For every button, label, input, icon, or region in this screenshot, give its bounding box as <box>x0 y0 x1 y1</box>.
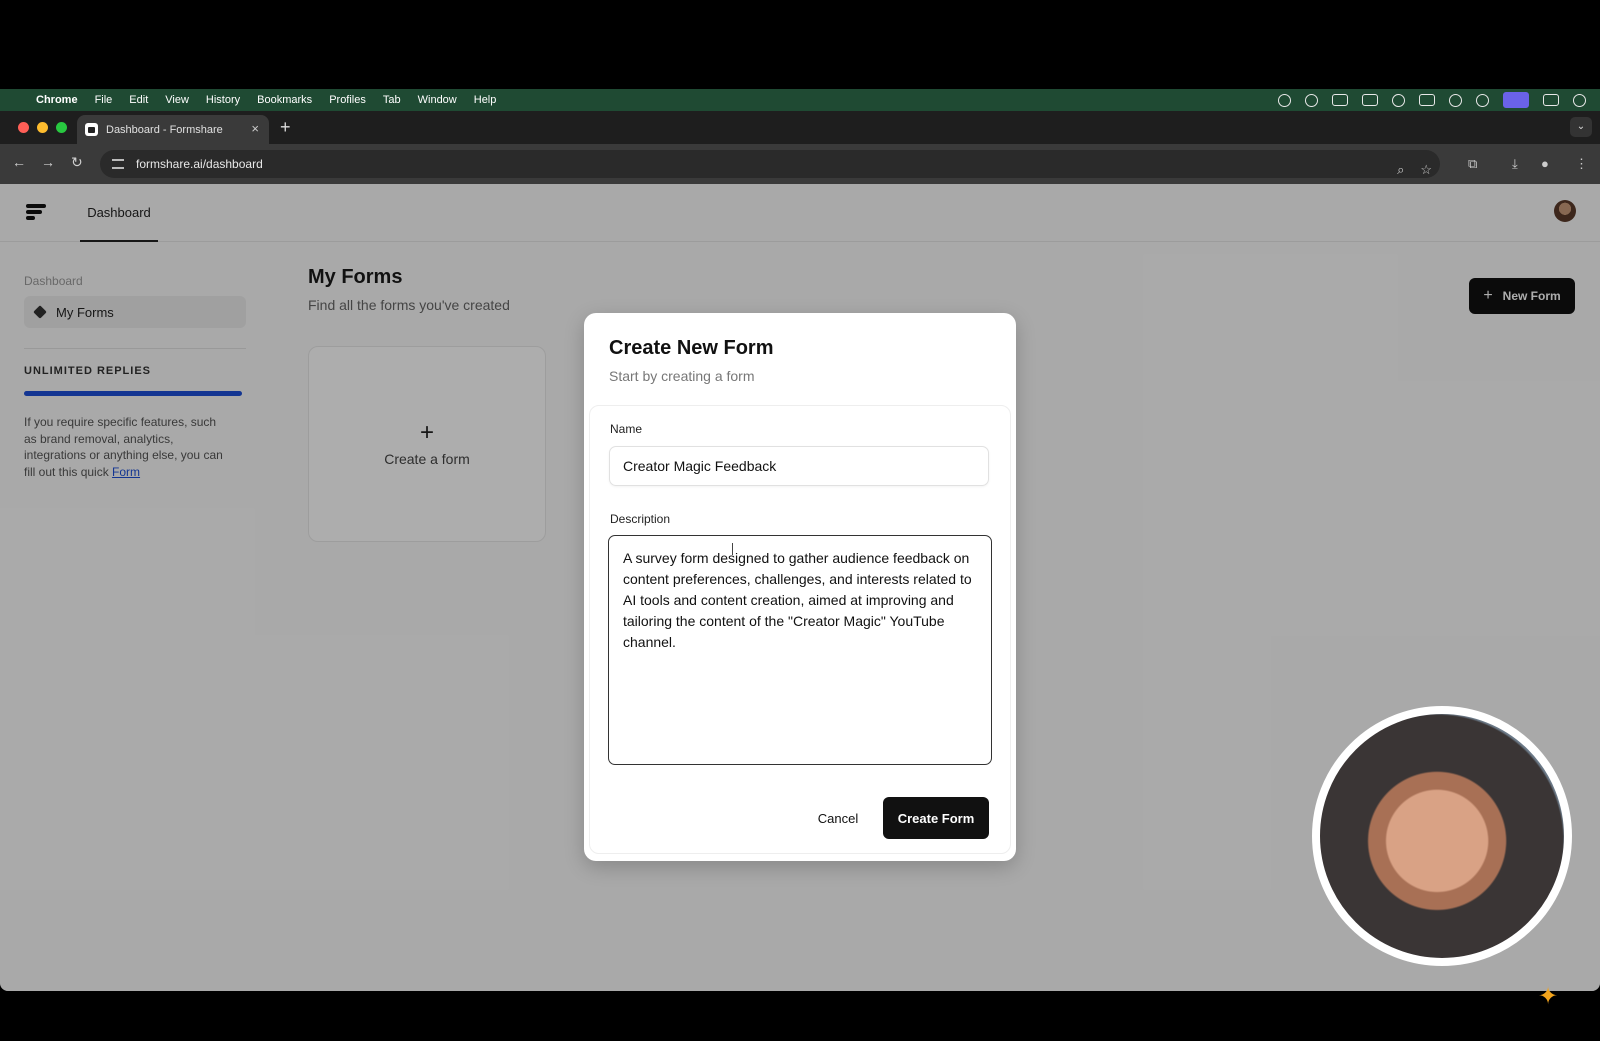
back-icon[interactable]: ← <box>12 154 26 170</box>
webcam-overlay <box>1312 706 1572 966</box>
clock-icon[interactable] <box>1573 93 1586 107</box>
status-icon[interactable] <box>1278 93 1291 107</box>
forward-icon[interactable]: → <box>41 154 55 170</box>
menu-help[interactable]: Help <box>474 94 497 106</box>
reload-icon[interactable]: ↻ <box>71 154 83 171</box>
text-cursor <box>732 543 733 555</box>
menu-edit[interactable]: Edit <box>129 94 148 106</box>
dialog-subtitle: Start by creating a form <box>609 368 755 384</box>
download-icon[interactable]: ⤓ <box>1512 156 1518 172</box>
zoom-icon[interactable]: ⌕ <box>1397 162 1404 178</box>
status-icon[interactable] <box>1362 94 1378 106</box>
profile-icon[interactable]: ● <box>1541 156 1549 171</box>
menu-tab[interactable]: Tab <box>383 94 401 106</box>
tab-title: Dashboard - Formshare <box>106 123 223 136</box>
name-field[interactable]: Creator Magic Feedback <box>609 446 989 486</box>
search-icon[interactable] <box>1476 93 1489 107</box>
wifi-icon[interactable] <box>1449 93 1462 107</box>
status-icon[interactable] <box>1332 94 1348 106</box>
menu-window[interactable]: Window <box>418 94 457 106</box>
site-info-icon[interactable] <box>112 159 124 169</box>
window-controls <box>18 122 67 133</box>
close-window-button[interactable] <box>18 122 29 133</box>
new-tab-icon[interactable]: + <box>280 117 291 138</box>
menu-view[interactable]: View <box>165 94 189 106</box>
status-icon[interactable] <box>1419 94 1435 106</box>
dialog-title: Create New Form <box>609 337 774 359</box>
zoom-window-button[interactable] <box>56 122 67 133</box>
address-bar[interactable]: formshare.ai/dashboard ⌕ ☆ <box>100 150 1440 178</box>
tab-search-icon[interactable]: ⌄ <box>1570 117 1592 137</box>
screen-share-icon[interactable] <box>1503 92 1529 108</box>
close-tab-icon[interactable]: × <box>251 121 259 136</box>
browser-tab[interactable]: Dashboard - Formshare × <box>77 115 269 144</box>
create-form-dialog: Create New Form Start by creating a form… <box>584 313 1016 861</box>
menu-bookmarks[interactable]: Bookmarks <box>257 94 312 106</box>
create-form-button[interactable]: Create Form <box>883 797 989 839</box>
status-icon[interactable] <box>1305 93 1318 107</box>
status-icons <box>1278 89 1586 111</box>
description-label: Description <box>610 512 671 526</box>
formshare-favicon <box>85 123 98 136</box>
cancel-button[interactable]: Cancel <box>806 798 870 838</box>
menu-profiles[interactable]: Profiles <box>329 94 366 106</box>
extensions-icon[interactable]: ⧉ <box>1468 156 1477 172</box>
status-icon[interactable] <box>1392 93 1405 107</box>
url-text: formshare.ai/dashboard <box>136 157 263 171</box>
browser-tab-strip: Dashboard - Formshare × + ⌄ <box>0 111 1600 144</box>
screen: Chrome File Edit View History Bookmarks … <box>0 0 1600 1041</box>
control-center-icon[interactable] <box>1543 94 1559 106</box>
macos-menu-bar: Chrome File Edit View History Bookmarks … <box>0 89 1600 111</box>
description-field[interactable]: A survey form designed to gather audienc… <box>608 535 992 765</box>
bookmark-star-icon[interactable]: ☆ <box>1420 162 1432 178</box>
browser-toolbar: ← → ↻ formshare.ai/dashboard ⌕ ☆ ⧉ ⤓ ● ⋮ <box>0 144 1600 184</box>
menu-app-name[interactable]: Chrome <box>36 94 78 106</box>
sparkle-icon: ✦ <box>1538 983 1559 1010</box>
menu-history[interactable]: History <box>206 94 240 106</box>
menu-file[interactable]: File <box>95 94 113 106</box>
minimize-window-button[interactable] <box>37 122 48 133</box>
chrome-menu-icon[interactable]: ⋮ <box>1575 156 1588 172</box>
name-label: Name <box>610 422 643 436</box>
